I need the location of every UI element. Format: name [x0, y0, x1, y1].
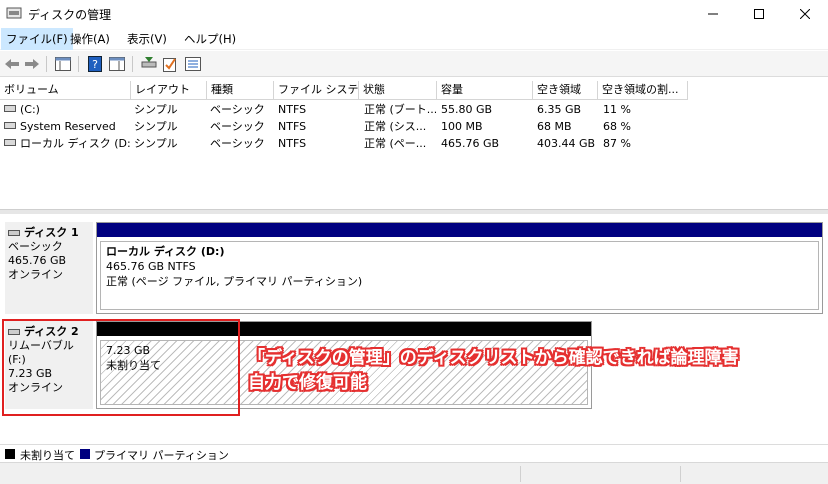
volume-type: ベーシック [210, 103, 265, 116]
disk-1-partition-d[interactable]: ローカル ディスク (D:) 465.76 GB NTFS 正常 (ページ ファ… [96, 222, 823, 314]
legend-bar: 未割り当て プライマリ パーティション [0, 444, 828, 462]
minimize-button[interactable] [690, 0, 736, 28]
volume-capacity: 55.80 GB [441, 103, 493, 116]
legend-swatch-primary [80, 449, 90, 459]
volume-filesystem: NTFS [278, 137, 307, 150]
menu-help[interactable]: ヘルプ(H) [179, 28, 241, 50]
volume-type: ベーシック [210, 120, 265, 133]
volume-name: System Reserved [20, 120, 116, 133]
column-header-capacity[interactable]: 容量 [437, 81, 533, 100]
disk-1-size: 465.76 GB [8, 254, 67, 267]
close-icon [800, 9, 810, 19]
forward-arrow-icon [25, 59, 39, 69]
minimize-icon [708, 13, 718, 15]
volume-free-space: 68 MB [537, 120, 572, 133]
properties-list-button[interactable] [184, 55, 202, 73]
column-header-layout[interactable]: レイアウト [131, 81, 207, 100]
volume-capacity: 465.76 GB [441, 137, 500, 150]
legend-label-unallocated: 未割り当て [20, 449, 75, 462]
volume-status: 正常 (ブート... [364, 103, 436, 116]
volume-free-percent: 68 % [603, 120, 631, 133]
title-bar: ディスクの管理 [0, 0, 828, 28]
connect-drive-button[interactable] [140, 55, 158, 73]
toolbar-separator [132, 56, 133, 72]
column-header-free-space[interactable]: 空き領域 [533, 81, 598, 100]
checklist-icon [163, 58, 176, 72]
volume-icon [4, 122, 16, 129]
show-action-pane-button[interactable] [108, 55, 126, 73]
status-pane [520, 466, 521, 482]
status-bar [0, 462, 828, 484]
primary-partition-bar [97, 223, 822, 237]
help-button[interactable]: ? [86, 55, 104, 73]
back-button[interactable] [3, 55, 21, 73]
volume-free-space: 403.44 GB [537, 137, 596, 150]
volume-icon [4, 139, 16, 146]
status-pane [680, 466, 681, 482]
volume-status: 正常 (シス... [364, 120, 427, 133]
close-button[interactable] [782, 0, 828, 28]
volume-status: 正常 (ペー... [364, 137, 427, 150]
volume-capacity: 100 MB [441, 120, 483, 133]
disk-1-state: オンライン [8, 268, 63, 281]
help-icon: ? [88, 56, 102, 72]
menu-bar: ファイル(F) 操作(A) 表示(V) ヘルプ(H) [0, 28, 828, 50]
window-title: ディスクの管理 [28, 8, 112, 22]
volume-name: ローカル ディスク (D:) [20, 137, 130, 150]
partition-title: ローカル ディスク (D:) [106, 245, 225, 258]
show-hide-console-tree-button[interactable] [54, 55, 72, 73]
console-tree-icon [55, 57, 71, 71]
maximize-icon [754, 9, 764, 19]
svg-text:?: ? [92, 58, 98, 71]
annotation-line-2: 自力で修復可能 [248, 373, 367, 393]
volume-layout: シンプル [134, 120, 178, 133]
column-header-type[interactable]: 種類 [207, 81, 274, 100]
volume-layout: シンプル [134, 137, 178, 150]
disk-icon [8, 230, 20, 236]
back-arrow-icon [5, 59, 19, 69]
menu-action[interactable]: 操作(A) [65, 28, 115, 50]
legend-swatch-unallocated [5, 449, 15, 459]
volume-filesystem: NTFS [278, 103, 307, 116]
forward-button[interactable] [23, 55, 41, 73]
disk-1-partition-details: ローカル ディスク (D:) 465.76 GB NTFS 正常 (ページ ファ… [100, 241, 819, 310]
volume-icon [4, 105, 16, 112]
legend-label-primary: プライマリ パーティション [94, 449, 229, 462]
volume-type: ベーシック [210, 137, 265, 150]
maximize-button[interactable] [736, 0, 782, 28]
volume-layout: シンプル [134, 103, 178, 116]
toolbar-separator [78, 56, 79, 72]
column-header-free-percent[interactable]: 空き領域の割... [598, 81, 688, 100]
menu-view[interactable]: 表示(V) [122, 28, 172, 50]
properties-icon [185, 57, 201, 71]
menu-file[interactable]: ファイル(F) [1, 28, 73, 50]
disk-1-kind: ベーシック [8, 240, 63, 253]
volume-free-space: 6.35 GB [537, 103, 582, 116]
column-header-volume[interactable]: ボリューム [0, 81, 131, 100]
partition-status: 正常 (ページ ファイル, プライマリ パーティション) [106, 275, 363, 288]
volume-filesystem: NTFS [278, 120, 307, 133]
column-header-status[interactable]: 状態 [359, 81, 437, 100]
disk-1-name: ディスク 1 [24, 226, 79, 239]
volume-name: (C:) [20, 103, 40, 116]
volume-free-percent: 11 % [603, 103, 631, 116]
toolbar-separator [46, 56, 47, 72]
volume-list: ボリューム レイアウト 種類 ファイル システム 状態 容量 空き領域 空き領域… [0, 81, 828, 209]
disk-1-label[interactable]: ディスク 1 ベーシック 465.76 GB オンライン [5, 222, 93, 314]
annotation-line-1: 「ディスクの管理」のディスクリストから確認できれば論理障害 [248, 348, 739, 368]
action-pane-icon [109, 57, 125, 71]
disk-management-app-icon [6, 7, 22, 19]
toolbar: ? [0, 51, 828, 77]
column-header-filesystem[interactable]: ファイル システム [274, 81, 359, 100]
disk-1-name-row: ディスク 1 [8, 226, 90, 240]
partition-size-fs: 465.76 GB NTFS [106, 260, 196, 273]
annotation-text: 「ディスクの管理」のディスクリストから確認できれば論理障害 自力で修復可能 [248, 346, 739, 396]
check-properties-button[interactable] [161, 55, 179, 73]
highlight-box [2, 319, 240, 416]
drive-connect-icon [141, 57, 157, 68]
volume-free-percent: 87 % [603, 137, 631, 150]
